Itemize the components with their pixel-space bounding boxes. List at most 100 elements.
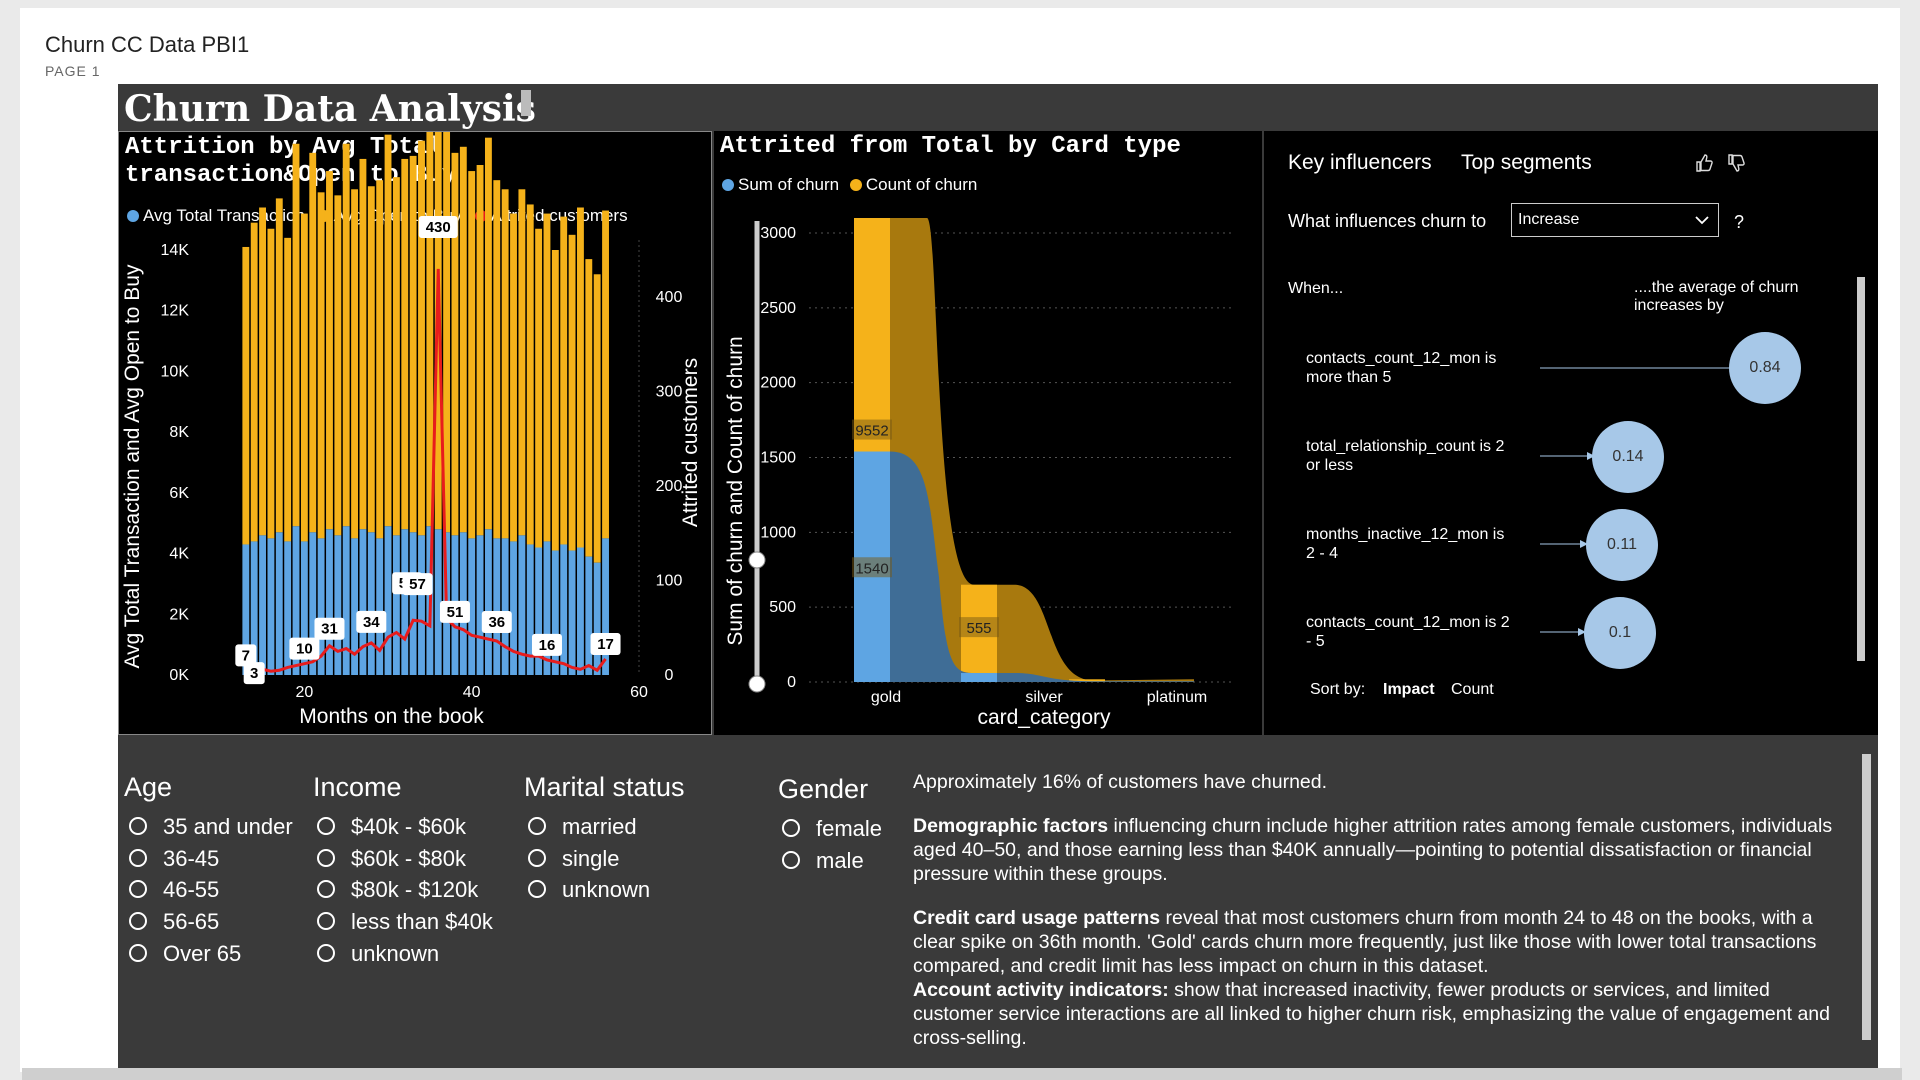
y-left-tick-label: 4K xyxy=(169,546,189,563)
y-tick-label: 1500 xyxy=(760,450,796,467)
radio-icon xyxy=(528,880,546,898)
income-slicer-title: Income xyxy=(313,772,402,802)
y-right-tick-label: 0 xyxy=(665,667,674,684)
bar-total-transaction xyxy=(376,538,384,675)
age-option-over-65[interactable]: Over 65 xyxy=(129,941,241,967)
bar-total-transaction xyxy=(359,529,367,675)
y-axis-label: Sum of churn and Count of churn xyxy=(724,336,747,645)
income-option-unknown[interactable]: unknown xyxy=(317,941,439,967)
bar-open-to-buy xyxy=(560,216,568,545)
data-label-value: 10 xyxy=(296,641,313,658)
radio-icon xyxy=(317,817,335,835)
influencers-scrollbar[interactable] xyxy=(1857,277,1865,661)
bar-open-to-buy xyxy=(468,171,476,539)
option-label: 56-65 xyxy=(163,909,220,934)
bar-open-to-buy xyxy=(510,213,517,542)
x-tick-label: silver xyxy=(1025,689,1063,706)
narrative-demographics-heading: Demographic factors xyxy=(913,815,1109,837)
sum-of-churn-silver-bar xyxy=(961,673,997,682)
income-option-60k-80k[interactable]: $60k - $80k xyxy=(317,846,466,872)
data-label-value: 555 xyxy=(966,620,991,637)
y-left-axis-label: Avg Total Transaction and Avg Open to Bu… xyxy=(121,264,144,668)
chevron-down-icon xyxy=(1695,216,1709,225)
option-label: 36-45 xyxy=(163,846,220,871)
option-label: single xyxy=(562,846,620,871)
data-label-value: 7 xyxy=(242,647,250,664)
x-tick-label: 20 xyxy=(295,684,313,701)
x-tick-label: platinum xyxy=(1147,689,1207,706)
bar-open-to-buy xyxy=(577,207,584,548)
age-option-56-65[interactable]: 56-65 xyxy=(129,909,219,935)
bar-total-transaction xyxy=(577,547,584,675)
chart2-plot: 0 500 1000 1500 2000 2500 3000 Sum of churn and… xyxy=(724,218,1234,729)
bar-total-transaction xyxy=(267,538,275,675)
bar-open-to-buy xyxy=(401,158,409,530)
data-label-value: 51 xyxy=(447,604,464,621)
sort-impact-option[interactable]: Impact xyxy=(1383,680,1435,699)
bar-total-transaction xyxy=(585,556,593,675)
bar-total-transaction xyxy=(551,550,559,675)
narrative-activity: Account activity indicators: show that i… xyxy=(913,978,1853,1050)
influencer-bubble-2[interactable]: 0.14 xyxy=(1592,421,1664,493)
radio-icon xyxy=(129,817,147,835)
bar-open-to-buy xyxy=(367,186,375,533)
radio-icon xyxy=(782,851,800,869)
age-option-35-and-under[interactable]: 35 and under xyxy=(129,814,293,840)
bar-open-to-buy xyxy=(359,158,367,530)
bar-open-to-buy xyxy=(493,180,501,539)
narrative-usage-heading: Credit card usage patterns xyxy=(913,907,1161,929)
option-label: Over 65 xyxy=(163,941,242,966)
radio-icon xyxy=(129,944,147,962)
income-option-80k-120k[interactable]: $80k - $120k xyxy=(317,877,478,903)
bar-open-to-buy xyxy=(551,250,559,551)
bar-open-to-buy xyxy=(275,198,283,533)
range-slider-handle-top xyxy=(748,551,766,569)
narrative-activity-heading: Account activity indicators: xyxy=(913,979,1169,1001)
age-option-36-45[interactable]: 36-45 xyxy=(129,846,219,872)
bar-open-to-buy xyxy=(342,143,350,527)
report-canvas: Churn CC Data PBI1 PAGE 1 Churn Data Ana… xyxy=(0,0,1920,1080)
page-horizontal-scrollbar[interactable] xyxy=(22,1068,1902,1080)
option-label: $60k - $80k xyxy=(351,846,466,871)
y-tick-label: 2000 xyxy=(760,375,796,392)
income-option-less-than-40k[interactable]: less than $40k xyxy=(317,909,493,935)
income-option-40k-60k[interactable]: $40k - $60k xyxy=(317,814,466,840)
data-label-value: 9552 xyxy=(855,423,888,440)
radio-icon xyxy=(528,849,546,867)
y-left-tick-label: 2K xyxy=(169,606,189,623)
bar-open-to-buy xyxy=(267,228,275,539)
bar-total-transaction xyxy=(484,529,492,675)
x-tick-label: 40 xyxy=(463,684,481,701)
bar-total-transaction xyxy=(384,526,392,675)
increase-dropdown[interactable]: Increase xyxy=(1511,203,1719,237)
bar-total-transaction xyxy=(493,538,501,675)
marital-option-married[interactable]: married xyxy=(528,814,637,840)
bar-open-to-buy xyxy=(585,259,593,557)
gender-option-female[interactable]: female xyxy=(782,816,882,842)
bar-total-transaction xyxy=(392,535,400,675)
influencer-bubble-1[interactable]: 0.84 xyxy=(1729,332,1801,404)
option-label: unknown xyxy=(562,877,651,902)
marital-option-single[interactable]: single xyxy=(528,846,619,872)
card-type-chart-panel[interactable]: Attrited from Total by Card type Sum of … xyxy=(714,131,1262,735)
bar-total-transaction xyxy=(510,541,517,675)
influencer-bubble-3[interactable]: 0.11 xyxy=(1586,509,1658,581)
report-title: Churn CC Data PBI1 xyxy=(45,32,250,57)
sort-count-option[interactable]: Count xyxy=(1451,680,1494,699)
bar-open-to-buy xyxy=(568,234,576,551)
bar-total-transaction xyxy=(501,538,509,675)
data-label-value: 1540 xyxy=(855,560,888,577)
bar-open-to-buy xyxy=(242,246,250,545)
bar-open-to-buy xyxy=(501,189,509,539)
bar-open-to-buy xyxy=(543,213,551,542)
x-tick-label: gold xyxy=(871,689,901,706)
marital-option-unknown[interactable]: unknown xyxy=(528,877,650,903)
attrition-combo-chart-panel[interactable]: Attrition by Avg Total transaction&Open … xyxy=(118,131,712,735)
option-label: $40k - $60k xyxy=(351,814,466,839)
influencer-bubble-4[interactable]: 0.1 xyxy=(1584,597,1656,669)
age-option-46-55[interactable]: 46-55 xyxy=(129,877,219,903)
age-slicer-title: Age xyxy=(124,772,173,802)
y-left-tick-label: 0K xyxy=(169,667,189,684)
narrative-scrollbar[interactable] xyxy=(1862,754,1871,1040)
gender-option-male[interactable]: male xyxy=(782,848,864,874)
